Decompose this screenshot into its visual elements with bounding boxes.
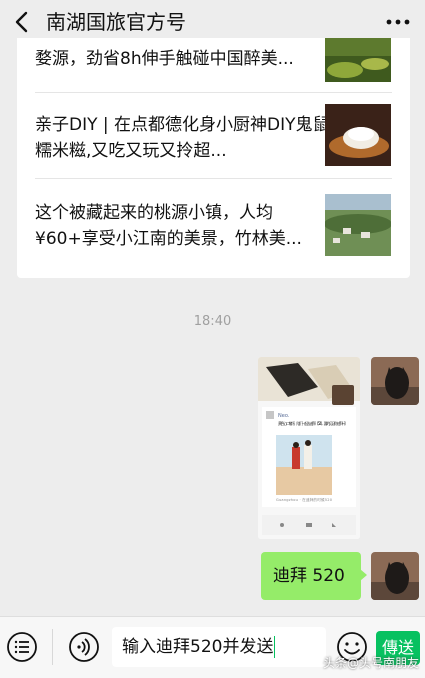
article-title: 这个被藏起来的桃源小镇，人均¥60+享受小江南的美景，竹林美... [35, 203, 302, 249]
article-item-3[interactable]: 这个被藏起来的桃源小镇，人均¥60+享受小江南的美景，竹林美... [35, 200, 335, 252]
menu-list-icon[interactable] [6, 631, 38, 663]
article-item-1[interactable]: 婺源，劲省8h伸手触碰中国醉美... [35, 46, 335, 76]
divider [52, 629, 53, 665]
sent-image-message[interactable]: Neo. 黄色心口笔坪，陪们一起去迪拜【520，要的见证你迪拜~】 Guangz… [258, 357, 360, 539]
screenshot-sender: Neo. [278, 413, 290, 419]
more-options-icon[interactable] [385, 8, 411, 36]
article-title: 婺源，劲省8h伸手触碰中国醉美... [35, 49, 294, 69]
article-thumbnail-1 [325, 38, 391, 82]
sent-text-message[interactable]: 迪拜 520 [261, 552, 367, 600]
watermark: 头条@头号南朋友 [322, 656, 419, 670]
user-avatar[interactable] [371, 357, 419, 405]
article-title: 亲子DIY | 在点都德化身小厨神DIY鬼鼠糯米糍,又吃又玩又拎超... [35, 115, 330, 161]
article-card: 婺源，劲省8h伸手触碰中国醉美... 亲子DIY | 在点都德化身小厨神DIY鬼… [17, 38, 410, 278]
message-input[interactable]: 输入迪拜520并发送 [112, 627, 326, 667]
screenshot-post-text: 黄色心口笔坪，陪们一起去迪拜【520，要的见证你迪拜~】 [278, 420, 348, 426]
article-thumbnail-2 [325, 104, 391, 166]
screenshot-caption: Guangzhou · 在迪拜的时候520 [276, 497, 333, 502]
text-caret [274, 636, 276, 658]
back-arrow-icon[interactable] [8, 8, 36, 36]
message-input-value: 输入迪拜520并发送 [122, 637, 274, 657]
message-timestamp: 18:40 [193, 314, 232, 329]
divider [35, 178, 392, 179]
message-text: 迪拜 520 [273, 566, 345, 586]
article-item-2[interactable]: 亲子DIY | 在点都德化身小厨神DIY鬼鼠糯米糍,又吃又玩又拎超... [35, 112, 335, 164]
user-avatar[interactable] [371, 552, 419, 600]
voice-input-icon[interactable] [68, 631, 100, 663]
divider [35, 92, 392, 93]
chat-title: 南湖国旅官方号 [46, 10, 186, 34]
phone-screenshot-image: Neo. 黄色心口笔坪，陪们一起去迪拜【520，要的见证你迪拜~】 Guangz… [258, 357, 360, 539]
article-thumbnail-3 [325, 194, 391, 256]
